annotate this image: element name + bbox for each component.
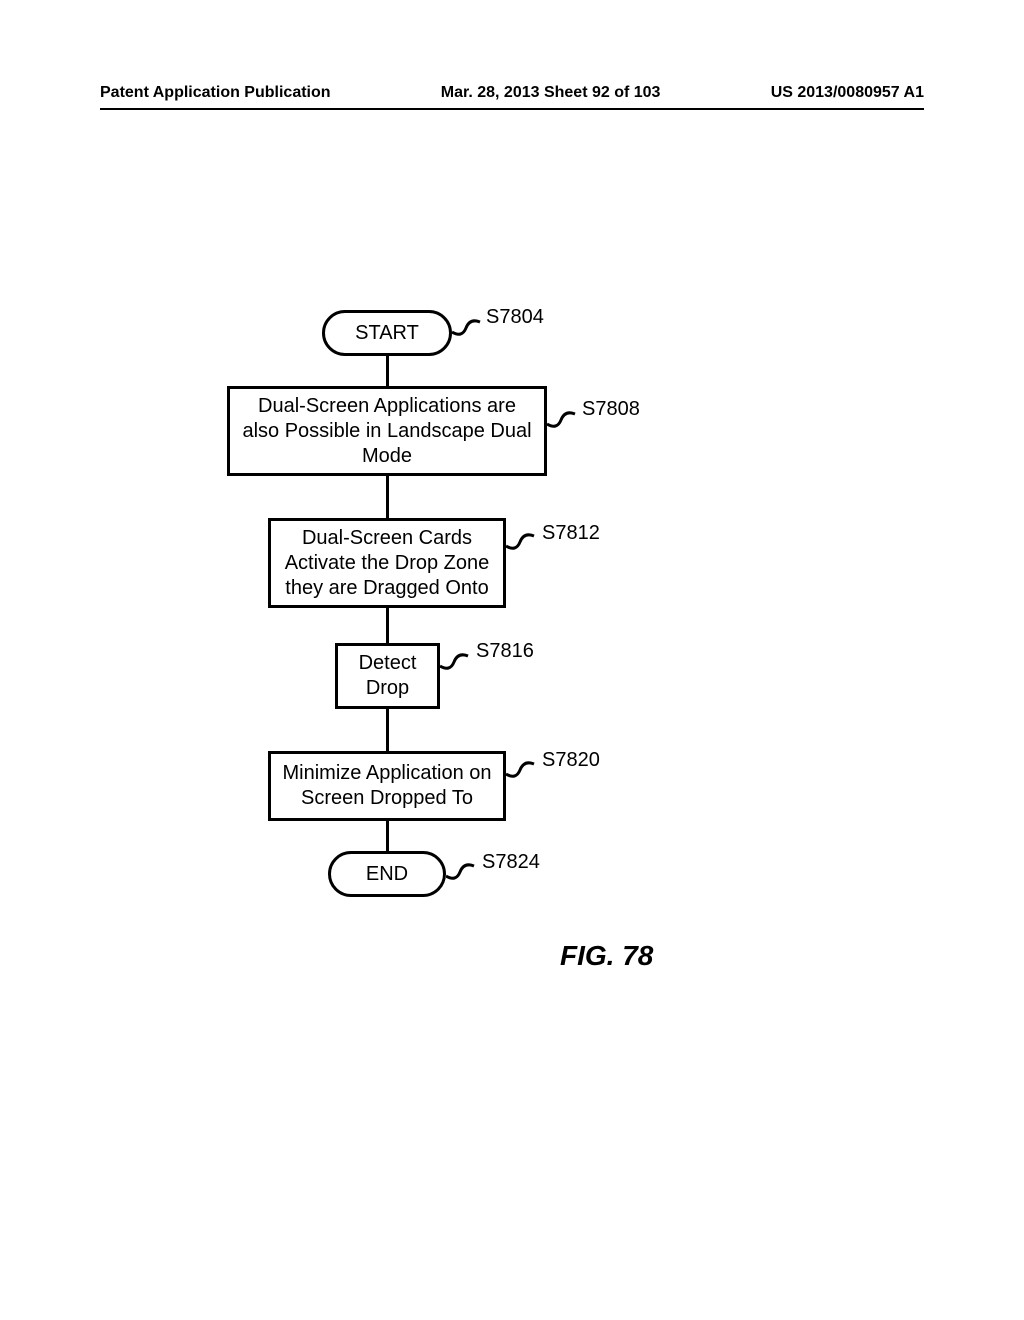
ref-s7812: S7812 xyxy=(542,522,600,545)
ref-s7820: S7820 xyxy=(542,749,600,772)
page-header: Patent Application Publication Mar. 28, … xyxy=(100,84,924,102)
connector xyxy=(386,709,389,751)
lead-line xyxy=(506,532,536,552)
header-rule xyxy=(100,108,924,110)
lead-line xyxy=(440,652,470,672)
ref-s7808: S7808 xyxy=(582,398,640,421)
flow-step-2: Dual-Screen Cards Activate the Drop Zone… xyxy=(268,518,506,608)
lead-line xyxy=(452,318,482,338)
flow-end-label: END xyxy=(366,862,408,887)
connector xyxy=(386,476,389,518)
flow-end: END xyxy=(328,851,446,897)
flow-step-2-label: Dual-Screen Cards Activate the Drop Zone… xyxy=(279,526,495,601)
ref-s7824: S7824 xyxy=(482,851,540,874)
flow-step-1-label: Dual-Screen Applications are also Possib… xyxy=(238,394,536,469)
flow-step-4: Minimize Application on Screen Dropped T… xyxy=(268,751,506,821)
flow-step-3-label: Detect Drop xyxy=(346,651,429,701)
flow-start: START xyxy=(322,310,452,356)
lead-line xyxy=(506,760,536,780)
header-right: US 2013/0080957 A1 xyxy=(771,84,924,102)
lead-line xyxy=(446,862,476,882)
connector xyxy=(386,608,389,643)
connector xyxy=(386,356,389,386)
flow-step-4-label: Minimize Application on Screen Dropped T… xyxy=(279,761,495,811)
header-center: Mar. 28, 2013 Sheet 92 of 103 xyxy=(441,84,661,102)
ref-s7804: S7804 xyxy=(486,306,544,329)
flow-start-label: START xyxy=(355,321,419,346)
header-left: Patent Application Publication xyxy=(100,84,331,102)
lead-line xyxy=(547,410,577,430)
flow-step-1: Dual-Screen Applications are also Possib… xyxy=(227,386,547,476)
flow-step-3: Detect Drop xyxy=(335,643,440,709)
ref-s7816: S7816 xyxy=(476,640,534,663)
figure-caption: FIG. 78 xyxy=(560,940,653,972)
connector xyxy=(386,821,389,851)
